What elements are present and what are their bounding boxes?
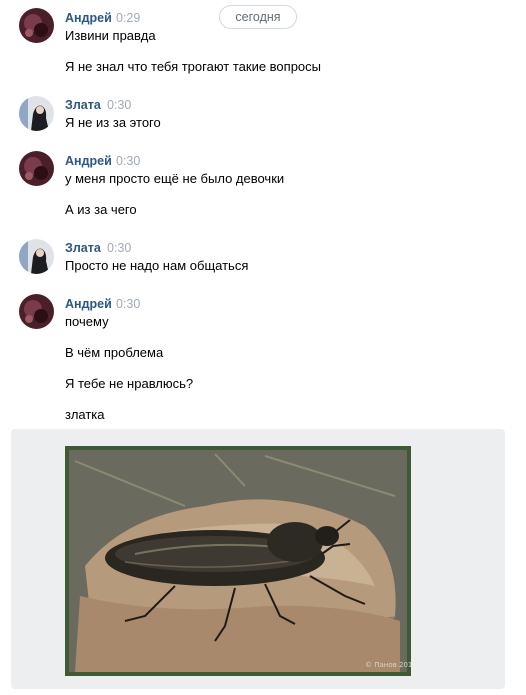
avatar-zlata[interactable] — [19, 96, 54, 131]
avatar-andrey[interactable] — [19, 8, 54, 43]
message-author[interactable]: Андрей — [65, 11, 112, 25]
avatar-andrey[interactable] — [19, 294, 54, 329]
message-author[interactable]: Злата — [65, 98, 101, 112]
message-text: у меня просто ещё не было девочки — [65, 171, 285, 186]
message-text: Я не из за этого — [65, 115, 161, 130]
message-text: почему — [65, 314, 109, 329]
beetle-photo[interactable]: © Панов 2015 — [65, 446, 411, 676]
message-text: златка — [65, 407, 105, 422]
message-text: Я не знал что тебя трогают такие вопросы — [65, 59, 322, 74]
message-time[interactable]: 0:30 — [116, 154, 140, 168]
message-text: Я тебе не нравлюсь? — [65, 376, 194, 391]
message-text: Извини правда — [65, 28, 156, 43]
message-time[interactable]: 0:30 — [107, 241, 131, 255]
message-author[interactable]: Злата — [65, 241, 101, 255]
photo-attachment[interactable]: © Панов 2015 — [11, 429, 505, 689]
message-text: А из за чего — [65, 202, 137, 217]
message-time[interactable]: 0:30 — [116, 297, 140, 311]
message-author[interactable]: Андрей — [65, 154, 112, 168]
avatar-andrey[interactable] — [19, 151, 54, 186]
message-time[interactable]: 0:30 — [107, 98, 131, 112]
date-divider: сегодня — [219, 5, 297, 29]
message-text: Просто не надо нам общаться — [65, 258, 249, 273]
message-text: В чём проблема — [65, 345, 164, 360]
photo-watermark: © Панов 2015 — [365, 661, 411, 669]
message-author[interactable]: Андрей — [65, 297, 112, 311]
message-time[interactable]: 0:29 — [116, 11, 140, 25]
avatar-zlata[interactable] — [19, 239, 54, 274]
